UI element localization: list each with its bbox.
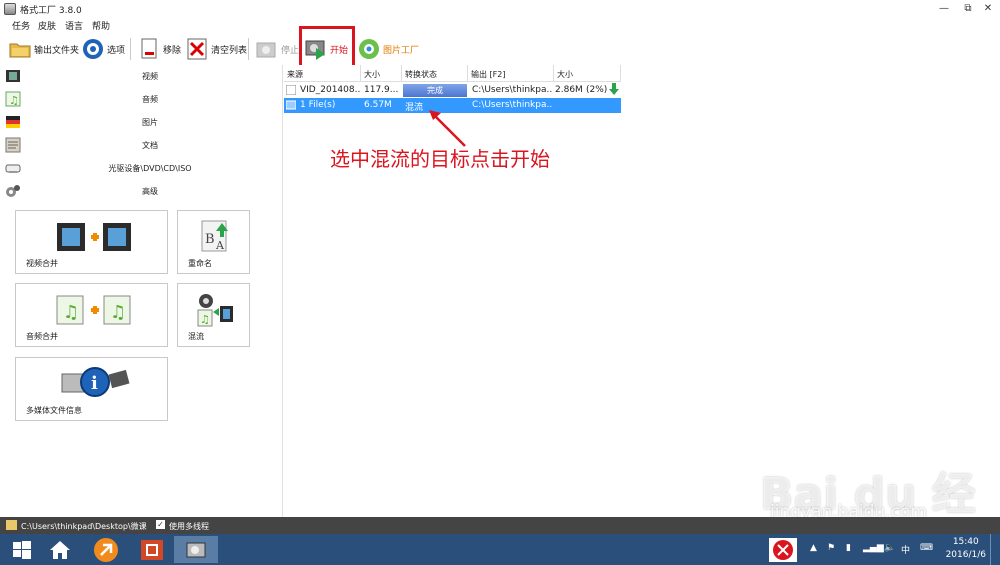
output-folder-button[interactable]: 输出文件夹 — [9, 37, 79, 61]
tray-volume-icon[interactable]: 🔈 — [884, 543, 895, 553]
tray-app-icon[interactable] — [760, 536, 806, 563]
clock-date: 2016/1/6 — [945, 550, 986, 560]
audio-merge-tile[interactable]: ♫ ♫ 音频合并 — [15, 283, 168, 347]
cell-source: VID_201408... — [300, 85, 360, 95]
menu-language[interactable]: 语言 — [65, 19, 83, 32]
rename-tile[interactable]: B A 重命名 — [177, 210, 250, 274]
remove-button[interactable]: 移除 — [138, 37, 181, 61]
clear-list-button[interactable]: 清空列表 — [186, 37, 247, 61]
category-audio[interactable]: ♫ 音频 — [0, 88, 283, 110]
cell-source: 1 File(s) — [300, 100, 336, 110]
options-gear-icon — [82, 38, 104, 60]
menu-task[interactable]: 任务 — [12, 19, 30, 32]
toolbar-separator — [248, 38, 249, 60]
category-document[interactable]: 文档 — [0, 134, 283, 156]
tray-keyboard-icon[interactable]: ⌨ — [920, 543, 933, 553]
tray-flag-icon[interactable]: ⚑ — [827, 543, 835, 553]
cell-ratio: (2%) — [586, 85, 608, 95]
remove-icon — [138, 38, 160, 60]
menu-help[interactable]: 帮助 — [92, 19, 110, 32]
video-file-icon — [286, 85, 296, 98]
svg-text:B: B — [205, 232, 215, 247]
left-panel: 视频 ♫ 音频 图片 文档 光驱设备\DVD\CD\ISO 高级 视频合并 B … — [0, 65, 283, 517]
minimize-button[interactable]: — — [934, 1, 954, 17]
svg-text:♫: ♫ — [110, 302, 126, 323]
start-highlight-box — [299, 26, 355, 68]
stop-icon — [256, 38, 278, 60]
tray-ime-indicator[interactable]: 中 — [901, 543, 910, 556]
clear-x-icon — [186, 38, 208, 60]
svg-text:i: i — [91, 373, 98, 394]
menu-skin[interactable]: 皮肤 — [38, 19, 56, 32]
taskbar-powerpoint-icon[interactable] — [130, 536, 174, 563]
arrow-down-icon — [609, 83, 619, 99]
media-info-tile[interactable]: i 多媒体文件信息 — [15, 357, 168, 421]
cell-status: 混流 — [405, 103, 424, 113]
cell-output: C:\Users\thinkpa... — [472, 85, 552, 95]
cell-size: 6.57M — [364, 100, 392, 110]
taskbar-format-factory-icon[interactable] — [174, 536, 218, 563]
video-merge-icon — [57, 223, 131, 251]
category-optical-drive[interactable]: 光驱设备\DVD\CD\ISO — [0, 157, 283, 179]
cell-output: C:\Users\thinkpa... — [472, 100, 552, 110]
mux-icon: ♫ — [197, 294, 233, 327]
menu-bar: 任务 皮肤 语言 帮助 — [0, 18, 1000, 32]
column-output-size[interactable]: 大小 — [554, 65, 621, 82]
annotation-arrow — [429, 110, 466, 147]
toolbar: 输出文件夹 选项 移除 清空列表 停止 开始 图片工厂 — [0, 33, 1000, 65]
mux-tile[interactable]: ♫ 混流 — [177, 283, 250, 347]
tray-battery-icon[interactable]: ▮ — [846, 543, 851, 553]
window-title: 格式工厂 3.8.0 — [20, 6, 82, 16]
multithread-checkbox[interactable]: ✓ — [156, 520, 165, 529]
folder-icon — [6, 520, 17, 530]
taskbar-clock[interactable]: 15:40 2016/1/6 — [946, 536, 986, 562]
category-video[interactable]: 视频 — [0, 65, 283, 87]
title-bar: 格式工厂 3.8.0 — ⧉ ✕ — [0, 0, 1000, 18]
table-row[interactable]: VID_201408... 117.9... 完成 C:\Users\think… — [284, 83, 621, 98]
picture-factory-icon — [358, 38, 380, 60]
video-merge-tile[interactable]: 视频合并 — [15, 210, 168, 274]
list-header: 来源 大小 转换状态 输出 [F2] 大小 — [284, 65, 1000, 82]
media-info-icon: i — [61, 367, 130, 397]
rename-icon: B A — [201, 220, 228, 252]
home-icon[interactable] — [38, 536, 82, 563]
tray-network-icon[interactable]: ▂▄▆ — [863, 543, 884, 553]
options-button[interactable]: 选项 — [82, 37, 125, 61]
multithread-label: 使用多线程 — [169, 522, 209, 531]
app-icon — [4, 3, 16, 15]
tray-chevron-icon[interactable]: ▲ — [810, 543, 817, 553]
status-badge: 完成 — [403, 84, 467, 97]
clock-time: 15:40 — [952, 537, 979, 547]
picture-factory-button[interactable]: 图片工厂 — [358, 37, 419, 61]
svg-text:♫: ♫ — [200, 313, 210, 326]
column-output[interactable]: 输出 [F2] — [468, 65, 554, 82]
restore-button[interactable]: ⧉ — [958, 1, 978, 17]
column-status[interactable]: 转换状态 — [402, 65, 468, 82]
status-bar: C:\Users\thinkpad\Desktop\微课 ✓ 使用多线程 — [0, 517, 1000, 534]
stop-button[interactable]: 停止 — [256, 37, 299, 61]
folder-icon — [9, 38, 31, 60]
close-button[interactable]: ✕ — [978, 1, 998, 17]
show-desktop-button[interactable] — [990, 534, 1000, 565]
cell-size: 117.9... — [364, 85, 399, 95]
audio-merge-icon: ♫ ♫ — [56, 295, 131, 325]
toolbar-separator — [130, 38, 131, 60]
taskbar: ▲ ⚑ ▮ ▂▄▆ 🔈 中 ⌨ 15:40 2016/1/6 — [0, 534, 1000, 565]
status-path: C:\Users\thinkpad\Desktop\微课 — [21, 522, 147, 531]
cell-output-size: 2.86M — [555, 85, 583, 95]
column-size[interactable]: 大小 — [361, 65, 402, 82]
category-advanced[interactable]: 高级 — [0, 180, 283, 202]
annotation-text: 选中混流的目标点击开始 — [330, 147, 550, 171]
task-list-panel: 来源 大小 转换状态 输出 [F2] 大小 VID_201408... 117.… — [284, 65, 1000, 517]
svg-text:♫: ♫ — [63, 302, 79, 323]
mux-file-icon — [286, 100, 296, 113]
svg-text:A: A — [215, 239, 225, 252]
taskbar-app-player-icon[interactable] — [84, 536, 128, 563]
category-picture[interactable]: 图片 — [0, 111, 283, 133]
column-source[interactable]: 来源 — [284, 65, 361, 82]
